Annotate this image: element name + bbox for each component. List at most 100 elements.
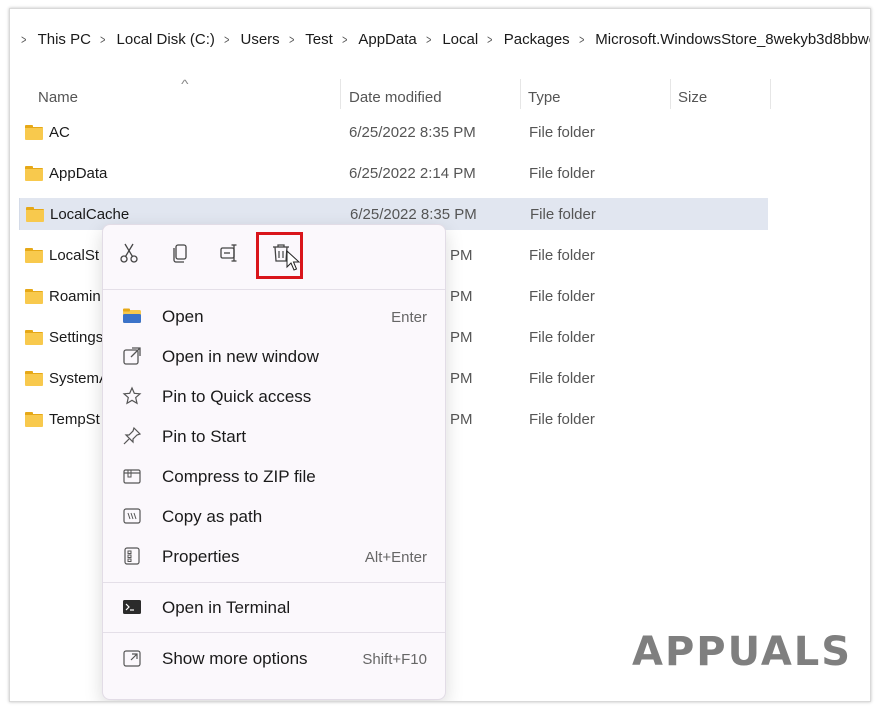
file-date: PM — [450, 288, 473, 305]
menu-item-shortcut: Enter — [391, 309, 427, 326]
chevron-right-icon[interactable]: > — [100, 32, 105, 47]
menu-item-properties[interactable]: Properties Alt+Enter — [111, 537, 437, 575]
column-header-name[interactable]: Name — [38, 89, 78, 106]
file-type: File folder — [529, 411, 595, 428]
file-type: File folder — [529, 329, 595, 346]
menu-item-pin-start[interactable]: Pin to Start — [111, 417, 437, 455]
breadcrumb-windowsstore[interactable]: Microsoft.WindowsStore_8wekyb3d8bbwe — [595, 31, 870, 48]
file-name: SystemA — [49, 370, 110, 387]
file-name: TempSt — [49, 411, 100, 428]
column-header-size[interactable]: Size — [678, 89, 707, 106]
chevron-right-icon[interactable]: > — [426, 32, 431, 47]
menu-separator — [103, 632, 445, 633]
menu-item-open-new-window[interactable]: Open in new window — [111, 337, 437, 375]
file-date: PM — [450, 370, 473, 387]
column-divider[interactable] — [670, 79, 671, 109]
star-icon — [121, 385, 143, 407]
file-name: Settings — [49, 329, 104, 346]
file-type: File folder — [529, 247, 595, 264]
breadcrumb-local-disk[interactable]: Local Disk (C:) — [117, 31, 215, 48]
folder-icon — [25, 125, 43, 140]
menu-item-label: Copy as path — [162, 507, 263, 526]
column-header-type[interactable]: Type — [528, 89, 561, 106]
cut-icon — [120, 243, 138, 263]
file-type: File folder — [529, 370, 595, 387]
column-divider[interactable] — [770, 79, 771, 109]
context-menu-toolbar — [103, 225, 445, 289]
zip-icon — [121, 465, 143, 487]
breadcrumb-test[interactable]: Test — [305, 31, 333, 48]
file-date: 6/25/2022 2:14 PM — [349, 165, 476, 182]
breadcrumb-local[interactable]: Local — [442, 31, 478, 48]
menu-item-open[interactable]: Open Enter — [111, 297, 437, 335]
breadcrumb-users[interactable]: Users — [240, 31, 279, 48]
folder-open-icon — [121, 305, 143, 327]
pin-icon — [121, 425, 143, 447]
breadcrumb: > This PC > Local Disk (C:) > Users > Te… — [12, 31, 870, 48]
menu-item-shortcut: Alt+Enter — [364, 549, 427, 566]
file-type: File folder — [529, 124, 595, 141]
folder-icon — [25, 248, 43, 263]
file-name: LocalSt — [49, 247, 100, 264]
menu-separator — [103, 289, 445, 290]
open-new-window-icon — [121, 345, 143, 367]
menu-item-shortcut: Shift+F10 — [362, 651, 427, 668]
copy-icon — [173, 244, 187, 263]
folder-icon — [25, 289, 43, 304]
menu-item-pin-quick-access[interactable]: Pin to Quick access — [111, 377, 437, 415]
file-name: AppData — [49, 165, 108, 182]
copy-path-icon — [121, 505, 143, 527]
file-row[interactable]: AC 6/25/2022 8:35 PM File folder — [19, 116, 767, 148]
more-options-icon — [121, 647, 143, 669]
menu-item-copy-as-path[interactable]: Copy as path — [111, 497, 437, 535]
file-type: File folder — [529, 288, 595, 305]
file-row[interactable]: AppData 6/25/2022 2:14 PM File folder — [19, 157, 767, 189]
folder-icon — [26, 207, 44, 222]
file-name: LocalCache — [50, 206, 130, 223]
rename-icon — [220, 244, 237, 262]
menu-item-label: Pin to Quick access — [162, 387, 312, 406]
mouse-cursor-icon — [286, 250, 301, 271]
chevron-right-icon[interactable]: > — [579, 32, 584, 47]
breadcrumb-appdata[interactable]: AppData — [358, 31, 416, 48]
menu-item-label: Properties — [162, 547, 240, 566]
chevron-right-icon[interactable]: > — [21, 32, 26, 47]
properties-icon — [121, 545, 143, 567]
file-date: PM — [450, 411, 473, 428]
menu-item-label: Compress to ZIP file — [162, 467, 316, 486]
menu-item-open-terminal[interactable]: Open in Terminal — [111, 588, 437, 626]
sort-ascending-icon: ^ — [181, 77, 189, 91]
breadcrumb-this-pc[interactable]: This PC — [38, 31, 91, 48]
folder-icon — [25, 330, 43, 345]
copy-button[interactable] — [164, 237, 196, 269]
address-bar[interactable]: > This PC > Local Disk (C:) > Users > Te… — [10, 9, 870, 71]
menu-item-label: Open in Terminal — [162, 598, 291, 617]
chevron-right-icon[interactable]: > — [289, 32, 294, 47]
folder-icon — [25, 412, 43, 427]
menu-separator — [103, 582, 445, 583]
menu-item-label: Open in new window — [162, 347, 319, 366]
chevron-right-icon[interactable]: > — [224, 32, 229, 47]
file-type: File folder — [530, 206, 596, 223]
appuals-watermark: APPUALS — [632, 629, 853, 675]
file-date: PM — [450, 247, 473, 264]
column-divider[interactable] — [520, 79, 521, 109]
column-divider[interactable] — [340, 79, 341, 109]
context-menu: Open Enter Open in new window Pin to Qui… — [102, 224, 446, 700]
file-name: Roamin — [49, 288, 101, 305]
file-date: 6/25/2022 8:35 PM — [350, 206, 477, 223]
column-header-row: ^ Name Date modified Type Size — [10, 75, 870, 109]
breadcrumb-packages[interactable]: Packages — [504, 31, 570, 48]
rename-button[interactable] — [214, 237, 246, 269]
menu-item-compress-zip[interactable]: Compress to ZIP file — [111, 457, 437, 495]
chevron-right-icon[interactable]: > — [487, 32, 492, 47]
menu-item-label: Pin to Start — [162, 427, 247, 446]
file-type: File folder — [529, 165, 595, 182]
folder-icon — [25, 166, 43, 181]
cut-button[interactable] — [113, 237, 145, 269]
chevron-right-icon[interactable]: > — [342, 32, 347, 47]
menu-item-show-more-options[interactable]: Show more options Shift+F10 — [111, 639, 437, 677]
terminal-icon — [121, 596, 143, 618]
column-header-date[interactable]: Date modified — [349, 89, 442, 106]
folder-icon — [25, 371, 43, 386]
